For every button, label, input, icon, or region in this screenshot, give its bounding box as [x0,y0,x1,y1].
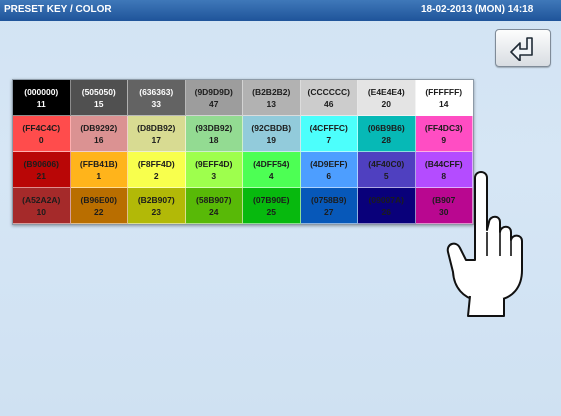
color-key-24[interactable]: (A52A2A) 10 [13,188,71,224]
color-code-label: (FF4DC3) [424,122,463,133]
color-number-label: 26 [381,206,391,217]
color-code-label: (07B90E) [253,194,290,205]
color-code-label: (4DFF54) [253,158,290,169]
color-number-label: 18 [209,134,219,145]
color-code-label: (505050) [81,86,116,97]
color-key-25[interactable]: (B96E00) 22 [70,188,128,224]
color-key-0[interactable]: (000000) 11 [13,80,71,116]
color-code-label: (4D9EFF) [310,158,348,169]
color-key-29[interactable]: (0758B9) 27 [300,188,358,224]
color-key-13[interactable]: (4CFFFC) 7 [300,116,358,152]
color-code-label: (F8FF4D) [137,158,175,169]
color-number-label: 7 [326,134,332,145]
color-code-label: (09007A) [368,194,404,205]
color-code-label: (FF4C4C) [22,122,61,133]
color-number-label: 25 [266,206,276,217]
color-number-label: 14 [439,98,449,109]
color-key-18[interactable]: (F8FF4D) 2 [128,152,186,188]
color-key-26[interactable]: (B2B907) 23 [128,188,186,224]
color-key-17[interactable]: (FFB41B) 1 [70,152,128,188]
date-time: 18-02-2013 (MON) 14:18 [421,4,534,15]
color-number-label: 28 [381,134,391,145]
color-number-label: 20 [381,98,391,109]
pointing-hand-icon [446,171,523,317]
color-key-2[interactable]: (636363) 33 [128,80,186,116]
color-key-20[interactable]: (4DFF54) 4 [243,152,301,188]
color-number-label: 3 [211,170,217,181]
color-code-label: (A52A2A) [22,194,61,205]
color-code-label: (E4E4E4) [367,86,405,97]
color-number-label: 27 [324,206,334,217]
color-number-label: 17 [151,134,161,145]
color-key-28[interactable]: (07B90E) 25 [243,188,301,224]
color-code-label: (CCCCCC) [307,86,351,97]
color-code-label: (0758B9) [311,194,347,205]
color-key-12[interactable]: (92CBDB) 19 [243,116,301,152]
color-key-1[interactable]: (505050) 15 [70,80,128,116]
color-number-label: 9 [441,134,447,145]
screen-title: PRESET KEY / COLOR [4,4,112,15]
color-code-label: (4F40C0) [368,158,405,169]
color-key-5[interactable]: (CCCCCC) 46 [300,80,358,116]
color-number-label: 33 [151,98,161,109]
color-key-8[interactable]: (FF4C4C) 0 [13,116,71,152]
color-key-22[interactable]: (4F40C0) 5 [358,152,416,188]
color-number-label: 15 [94,98,104,109]
color-code-label: (636363) [139,86,174,97]
color-code-label: (92CBDB) [251,122,292,133]
color-number-label: 46 [324,98,334,109]
color-key-4[interactable]: (B2B2B2) 13 [243,80,301,116]
color-number-label: 22 [94,206,104,217]
color-key-3[interactable]: (9D9D9D) 47 [185,80,243,116]
color-key-14[interactable]: (06B9B6) 28 [358,116,416,152]
color-code-label: (D8DB92) [137,122,176,133]
color-code-label: (93DB92) [195,122,233,133]
color-key-27[interactable]: (58B907) 24 [185,188,243,224]
color-number-label: 19 [266,134,276,145]
color-number-label: 10 [36,206,46,217]
color-grid: (000000) 11 (505050) 15 (636363) 33 (9D9D9D) 47… [12,79,474,225]
color-code-label: (B96E00) [80,194,117,205]
color-key-7[interactable]: (FFFFFF) 14 [415,80,473,116]
color-number-label: 6 [326,170,332,181]
color-code-label: (FFFFFF) [425,86,463,97]
color-code-label: (06B9B6) [367,122,405,133]
color-number-label: 2 [153,170,159,181]
color-code-label: (000000) [24,86,59,97]
color-code-label: (B2B2B2) [252,86,291,97]
color-key-21[interactable]: (4D9EFF) 6 [300,152,358,188]
color-code-label: (B2B907) [137,194,175,205]
color-key-10[interactable]: (D8DB92) 17 [128,116,186,152]
color-code-label: (58B907) [196,194,232,205]
color-number-label: 11 [36,98,46,109]
color-number-label: 5 [383,170,389,181]
color-key-15[interactable]: (FF4DC3) 9 [415,116,473,152]
color-key-30[interactable]: (09007A) 26 [358,188,416,224]
color-number-label: 4 [268,170,274,181]
color-number-label: 24 [209,206,219,217]
color-code-label: (DB9292) [80,122,118,133]
return-arrow-icon [510,37,533,61]
title-bar: PRESET KEY / COLOR 18-02-2013 (MON) 14:1… [0,0,561,21]
color-number-label: 21 [36,170,46,181]
back-button[interactable] [495,29,551,67]
preset-key-color-screen: PRESET KEY / COLOR 18-02-2013 (MON) 14:1… [0,0,561,416]
color-number-label: 23 [151,206,161,217]
color-key-6[interactable]: (E4E4E4) 20 [358,80,416,116]
color-key-11[interactable]: (93DB92) 18 [185,116,243,152]
color-key-16[interactable]: (B90606) 21 [13,152,71,188]
color-key-9[interactable]: (DB9292) 16 [70,116,128,152]
color-code-label: (9D9D9D) [194,86,233,97]
color-number-label: 13 [266,98,276,109]
color-code-label: (FFB41B) [79,158,118,169]
color-code-label: (B90606) [23,158,59,169]
color-code-label: (9EFF4D) [195,158,233,169]
color-number-label: 47 [209,98,219,109]
color-number-label: 16 [94,134,104,145]
color-number-label: 0 [38,134,44,145]
color-number-label: 1 [96,170,102,181]
color-key-19[interactable]: (9EFF4D) 3 [185,152,243,188]
color-code-label: (4CFFFC) [309,122,348,133]
